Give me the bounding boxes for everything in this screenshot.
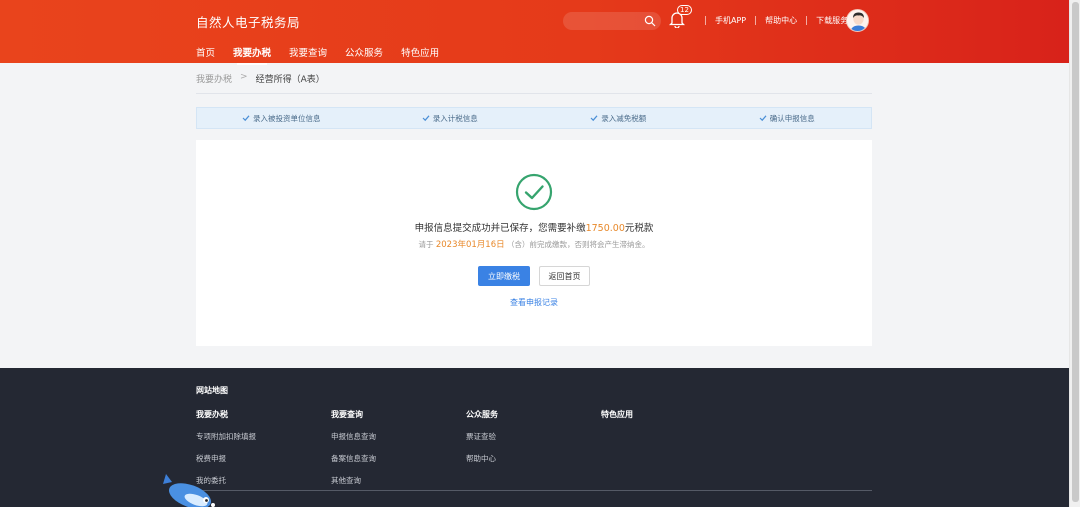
- footer-link[interactable]: 申报信息查询: [331, 431, 376, 442]
- nav-special-apps[interactable]: 特色应用: [401, 45, 439, 65]
- deadline-date: 2023年01月16日: [435, 240, 505, 250]
- chevron-right-icon: >: [240, 72, 248, 82]
- divider: [755, 16, 757, 25]
- sitemap-title: 网站地图: [196, 386, 228, 395]
- nav-tax-handling[interactable]: 我要办税: [233, 45, 271, 65]
- footer-heading[interactable]: 特色应用: [601, 409, 633, 420]
- download-service-link[interactable]: 下载服务: [816, 15, 848, 26]
- check-icon: [590, 115, 598, 122]
- step-label: 录入减免税额: [601, 113, 647, 123]
- help-center-link[interactable]: 帮助中心: [765, 15, 797, 26]
- fish-mascot-icon: [163, 474, 215, 507]
- progress-steps: 录入被投资单位信息 录入计税信息 录入减免税额 确认申报信息: [196, 107, 872, 129]
- note-suffix: （含）前完成缴款，否则将会产生滞纳金。: [507, 240, 650, 249]
- footer-link[interactable]: 税费申报: [196, 453, 256, 464]
- result-card: 申报信息提交成功并已保存，您需要补缴1750.00元税款 请于 2023年01月…: [196, 140, 872, 346]
- top-header: 自然人电子税务局 12 手机APP 帮助中心 下载服务 首页 我要办税 我要查询…: [0, 0, 1069, 65]
- footer-link[interactable]: 专项附加扣除填报: [196, 431, 256, 442]
- avatar[interactable]: [846, 9, 869, 32]
- search-icon[interactable]: [644, 15, 656, 27]
- message-suffix: 元税款: [624, 223, 654, 234]
- nav-query[interactable]: 我要查询: [289, 45, 327, 65]
- footer-column: 我要查询 申报信息查询 备案信息查询 其他查询: [331, 409, 376, 497]
- step-item: 录入被投资单位信息: [197, 108, 366, 128]
- check-icon: [422, 115, 430, 122]
- step-item: 录入减免税额: [534, 108, 703, 128]
- breadcrumb: 我要办税 > 经营所得（A表）: [196, 72, 872, 94]
- page-scrollbar[interactable]: [1069, 0, 1080, 507]
- footer-link[interactable]: 帮助中心: [466, 453, 498, 464]
- message-prefix: 申报信息提交成功并已保存，您需要补缴: [414, 223, 586, 234]
- check-icon: [759, 115, 767, 122]
- user-avatar-icon: [847, 10, 868, 31]
- nav-home[interactable]: 首页: [196, 45, 215, 65]
- nav-public-service[interactable]: 公众服务: [345, 45, 383, 65]
- footer-heading[interactable]: 我要办税: [196, 409, 256, 420]
- notification-badge: 12: [677, 5, 692, 15]
- step-item: 确认申报信息: [703, 108, 872, 128]
- main-nav: 首页 我要办税 我要查询 公众服务 特色应用: [196, 45, 457, 65]
- deadline-note: 请于 2023年01月16日 （含）前完成缴款，否则将会产生滞纳金。: [196, 238, 872, 250]
- return-home-button[interactable]: 返回首页: [539, 266, 590, 286]
- footer-link[interactable]: 其他查询: [331, 475, 376, 486]
- header-links: 手机APP 帮助中心 下载服务: [696, 15, 848, 26]
- step-label: 录入被投资单位信息: [253, 113, 321, 123]
- site-title[interactable]: 自然人电子税务局: [196, 12, 300, 31]
- tax-amount: 1750.00: [585, 223, 625, 234]
- mobile-app-link[interactable]: 手机APP: [715, 15, 746, 26]
- scrollbar-thumb[interactable]: [1072, 2, 1079, 502]
- pay-now-button[interactable]: 立即缴税: [478, 266, 530, 286]
- note-prefix: 请于: [418, 240, 434, 249]
- step-item: 录入计税信息: [366, 108, 535, 128]
- search-input[interactable]: [563, 12, 661, 30]
- check-icon: [242, 115, 250, 122]
- divider: [806, 16, 808, 25]
- step-label: 确认申报信息: [769, 113, 815, 123]
- footer-heading[interactable]: 我要查询: [331, 409, 376, 420]
- view-records-link[interactable]: 查看申报记录: [196, 297, 872, 308]
- footer-divider: [196, 490, 872, 491]
- success-check-icon: [515, 173, 553, 211]
- step-label: 录入计税信息: [432, 113, 478, 123]
- success-message: 申报信息提交成功并已保存，您需要补缴1750.00元税款: [196, 220, 872, 234]
- footer-column: 特色应用: [601, 409, 633, 431]
- footer-link[interactable]: 票证查验: [466, 431, 498, 442]
- footer-link[interactable]: 备案信息查询: [331, 453, 376, 464]
- breadcrumb-current: 经营所得（A表）: [255, 75, 325, 85]
- divider: [705, 16, 706, 25]
- footer-heading[interactable]: 公众服务: [466, 409, 498, 420]
- breadcrumb-parent[interactable]: 我要办税: [196, 72, 232, 85]
- footer-column: 公众服务 票证查验 帮助中心: [466, 409, 498, 475]
